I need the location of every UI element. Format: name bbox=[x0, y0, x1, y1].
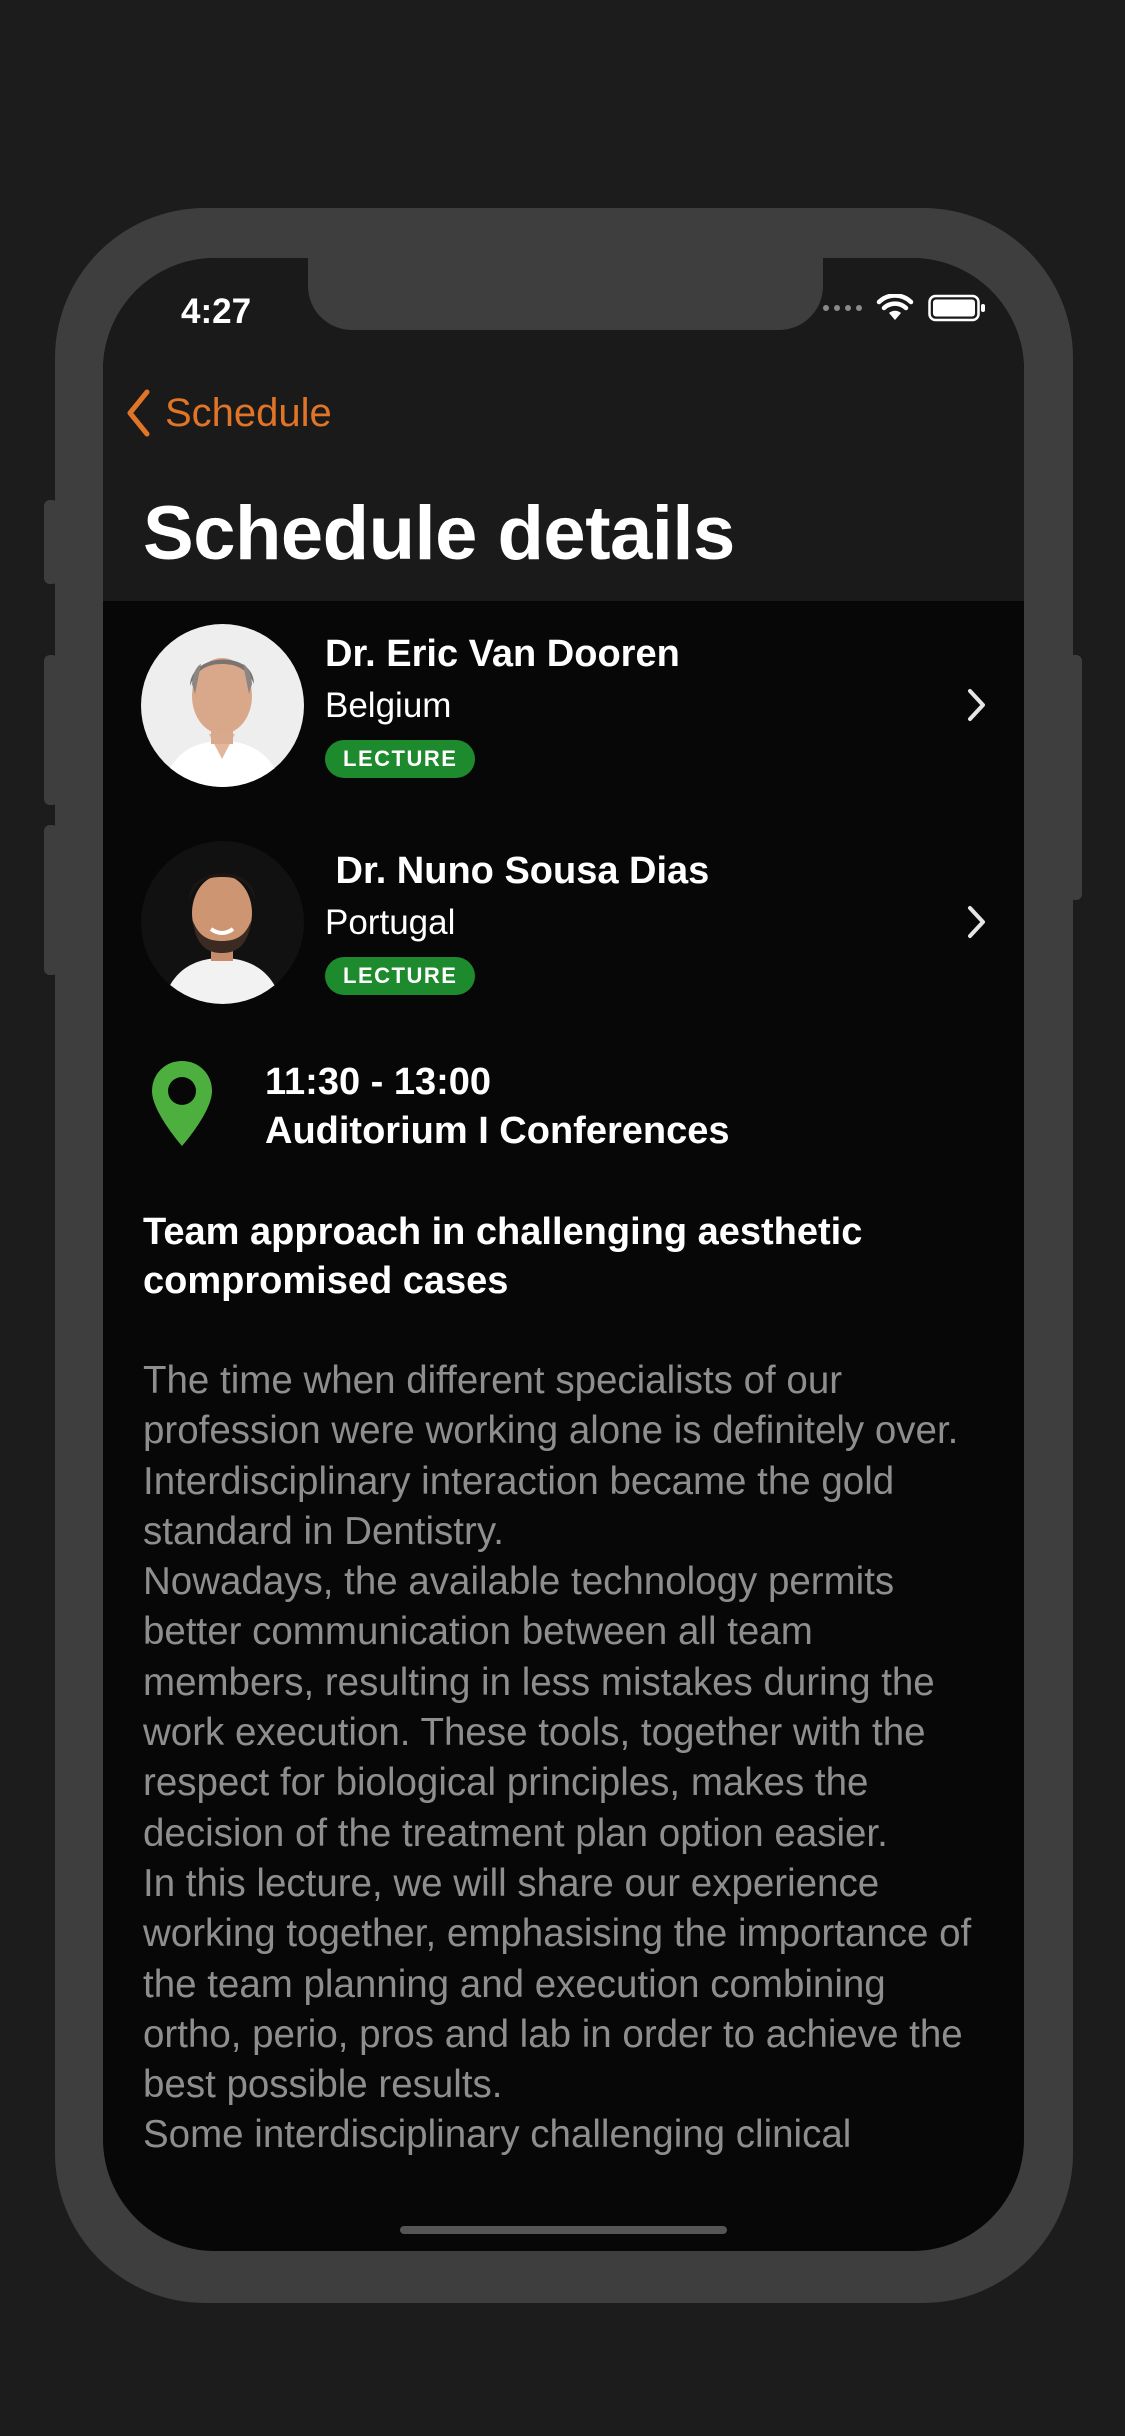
notch bbox=[308, 258, 823, 330]
power-button bbox=[1068, 655, 1082, 900]
speaker-info: Dr. Eric Van Dooren Belgium LECTURE bbox=[325, 633, 680, 778]
speaker-name: Dr. Nuno Sousa Dias bbox=[325, 850, 710, 892]
speaker-country: Portugal bbox=[325, 903, 456, 942]
session-title: Team approach in challenging aesthetic c… bbox=[143, 1211, 863, 1302]
avatar bbox=[141, 624, 304, 787]
page-title: Schedule details bbox=[143, 491, 735, 576]
silent-switch bbox=[44, 500, 58, 584]
session-type-badge: LECTURE bbox=[325, 740, 476, 778]
status-icons bbox=[823, 294, 986, 322]
back-button-label: Schedule bbox=[165, 390, 332, 435]
session-description: The time when different specialists of o… bbox=[143, 1359, 972, 2157]
screen: 4:27 Schedule Schedule details Dr. Eric … bbox=[103, 258, 1024, 2251]
chevron-right-icon bbox=[968, 689, 985, 721]
speaker-name: Dr. Eric Van Dooren bbox=[325, 633, 680, 675]
volume-down-button bbox=[44, 825, 58, 975]
cellular-signal-icon bbox=[823, 305, 862, 311]
speaker-row[interactable]: Dr. Eric Van Dooren Belgium LECTURE bbox=[103, 621, 1024, 791]
home-indicator bbox=[400, 2226, 727, 2234]
avatar bbox=[141, 841, 304, 1004]
session-time: 11:30 - 13:00 bbox=[265, 1061, 492, 1103]
session-room: Auditorium I Conferences bbox=[265, 1110, 730, 1152]
wifi-icon bbox=[876, 294, 914, 320]
chevron-left-icon bbox=[127, 389, 150, 437]
chevron-right-icon bbox=[968, 906, 985, 938]
speaker-country: Belgium bbox=[325, 686, 452, 725]
status-time: 4:27 bbox=[181, 292, 252, 331]
battery-icon bbox=[928, 294, 985, 322]
speaker-info: Dr. Nuno Sousa Dias Portugal LECTURE bbox=[325, 850, 709, 995]
session-type-badge: LECTURE bbox=[325, 957, 476, 995]
session-location: 11:30 - 13:00 Auditorium I Conferences bbox=[103, 1058, 1024, 1168]
speaker-row[interactable]: Dr. Nuno Sousa Dias Portugal LECTURE bbox=[103, 838, 1024, 1008]
volume-up-button bbox=[44, 655, 58, 805]
location-pin-icon bbox=[152, 1061, 212, 1146]
back-button[interactable]: Schedule bbox=[125, 388, 332, 438]
